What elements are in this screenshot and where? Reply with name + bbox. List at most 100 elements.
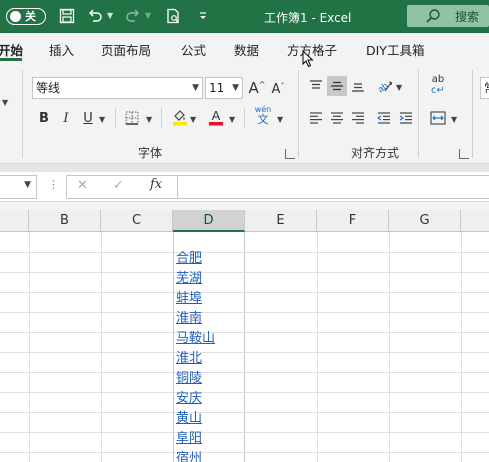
cancel-entry-button[interactable]: ✕ (77, 178, 88, 193)
gridline (0, 252, 489, 253)
column-header-h[interactable] (461, 210, 489, 232)
column-header-f[interactable]: F (317, 210, 389, 232)
column-header-c[interactable]: C (101, 210, 173, 232)
tab-insert[interactable]: 插入 (49, 40, 74, 59)
alignment-dialog-launcher-icon[interactable] (459, 149, 469, 159)
cell-d-hyperlink[interactable]: 安庆 (174, 389, 244, 409)
font-color-icon: A (209, 108, 223, 126)
align-right-button[interactable] (348, 108, 368, 128)
cell-d-hyperlink[interactable]: 淮南 (174, 309, 244, 329)
tab-home[interactable]: 开始 (0, 40, 23, 59)
borders-button[interactable] (122, 108, 142, 128)
font-color-dropdown-icon[interactable]: ▼ (229, 115, 235, 124)
increase-indent-button[interactable] (396, 108, 416, 128)
grow-font-button[interactable]: A ^ (247, 78, 267, 98)
tab-data[interactable]: 数据 (234, 40, 259, 59)
cell-d-hyperlink[interactable]: 宿州 (174, 449, 244, 462)
formula-input[interactable] (177, 175, 489, 199)
borders-dropdown-icon[interactable]: ▼ (146, 115, 152, 124)
autosave-toggle[interactable]: 关 (6, 8, 46, 25)
confirm-entry-button[interactable]: ✓ (113, 178, 124, 193)
cell-d-hyperlink[interactable]: 蚌埠 (174, 289, 244, 309)
alignment-group-label: 对齐方式 (351, 146, 400, 160)
align-bottom-icon (352, 83, 364, 92)
font-color-button[interactable]: A (206, 107, 226, 127)
orientation-icon: ab (376, 80, 393, 94)
decrease-indent-button[interactable] (374, 108, 394, 128)
font-size-select[interactable]: 11 ▼ (205, 77, 243, 99)
gridline (0, 372, 489, 373)
merge-dropdown-icon[interactable]: ▼ (451, 115, 457, 124)
divider (244, 108, 245, 128)
align-left-icon (310, 112, 322, 124)
customize-toolbar-icon[interactable] (194, 7, 212, 25)
merge-center-button[interactable] (428, 108, 448, 128)
cell-d-hyperlink[interactable]: 阜阳 (174, 429, 244, 449)
column-header-g[interactable]: G (389, 210, 461, 232)
borders-icon (125, 111, 139, 125)
column-header-e[interactable]: E (245, 210, 317, 232)
cell-d-hyperlink[interactable]: 芜湖 (174, 269, 244, 289)
orientation-dropdown-icon[interactable]: ▼ (396, 83, 402, 92)
underline-dropdown-icon[interactable]: ▼ (99, 115, 105, 124)
column-header-d[interactable]: D (173, 210, 245, 232)
gridline (101, 232, 102, 462)
gridline (389, 232, 390, 462)
column-header-a[interactable] (0, 210, 29, 232)
name-box[interactable]: ▼ (0, 175, 37, 199)
increase-indent-icon (399, 112, 412, 124)
shrink-font-label: A (271, 81, 281, 97)
redo-icon[interactable] (124, 7, 142, 25)
align-top-icon (310, 80, 322, 89)
italic-button[interactable]: I (56, 108, 76, 128)
phonetic-bottom: 文 (257, 113, 269, 126)
grow-font-icon: ^ (258, 79, 266, 89)
align-center-button[interactable] (327, 108, 347, 128)
align-middle-icon (331, 81, 343, 91)
tab-formulas[interactable]: 公式 (181, 40, 206, 59)
print-preview-icon[interactable] (164, 7, 182, 25)
undo-icon[interactable] (86, 7, 104, 25)
column-header-b[interactable]: B (29, 210, 101, 232)
cell-d-hyperlink[interactable]: 淮北 (174, 349, 244, 369)
align-top-button[interactable] (306, 76, 326, 96)
phonetic-guide-button[interactable]: wén 文 (253, 105, 273, 129)
number-format-select[interactable]: 常 (480, 77, 489, 99)
font-dialog-launcher-icon[interactable] (285, 149, 295, 159)
font-name-dropdown-icon: ▼ (192, 83, 199, 93)
align-bottom-button[interactable] (348, 76, 368, 96)
bold-button[interactable]: B (34, 108, 54, 128)
wrap-text-label-top: ab (431, 74, 445, 85)
align-middle-button[interactable] (327, 76, 347, 96)
cell-d-hyperlink[interactable]: 合肥 (174, 249, 244, 269)
worksheet-grid[interactable]: B C D E F G 合肥 芜湖 蚌埠 淮南 马鞍山 淮北 铜陵 安庆 黄山 … (0, 210, 489, 462)
formula-bar-grip-icon[interactable]: ⋮ (48, 178, 59, 191)
undo-dropdown-icon[interactable]: ▼ (107, 11, 113, 20)
redo-dropdown-icon[interactable]: ▼ (145, 11, 151, 20)
search-icon (425, 8, 441, 27)
group-separator (22, 70, 23, 158)
font-group-label: 字体 (138, 146, 163, 160)
cell-d-hyperlink[interactable]: 黄山 (174, 409, 244, 429)
clipboard-dropdown-icon[interactable]: ▼ (2, 98, 8, 107)
orientation-button[interactable]: ab (374, 76, 394, 96)
tab-diy-toolbox[interactable]: DIY工具箱 (366, 40, 424, 59)
cell-d-hyperlink[interactable]: 马鞍山 (174, 329, 244, 349)
font-name-select[interactable]: 等线 ▼ (32, 77, 203, 99)
wrap-text-button[interactable]: ab c↵ (428, 74, 448, 98)
name-box-dropdown-icon[interactable]: ▼ (24, 180, 31, 190)
insert-function-button[interactable]: fx (150, 177, 162, 192)
phonetic-dropdown-icon[interactable]: ▼ (277, 115, 283, 124)
active-tab-indicator (0, 58, 22, 61)
tab-page-layout[interactable]: 页面布局 (101, 40, 151, 59)
cell-d-hyperlink[interactable]: 铜陵 (174, 369, 244, 389)
search-box[interactable]: 搜索 (407, 5, 489, 27)
fill-color-dropdown-icon[interactable]: ▼ (190, 115, 196, 124)
align-left-button[interactable] (306, 108, 326, 128)
underline-button[interactable]: U (78, 108, 98, 128)
shrink-font-button[interactable]: Aˇ (268, 79, 288, 99)
fill-color-button[interactable] (170, 107, 190, 127)
gridline (317, 232, 318, 462)
number-format-value: 常 (484, 81, 489, 95)
save-icon[interactable] (58, 7, 76, 25)
